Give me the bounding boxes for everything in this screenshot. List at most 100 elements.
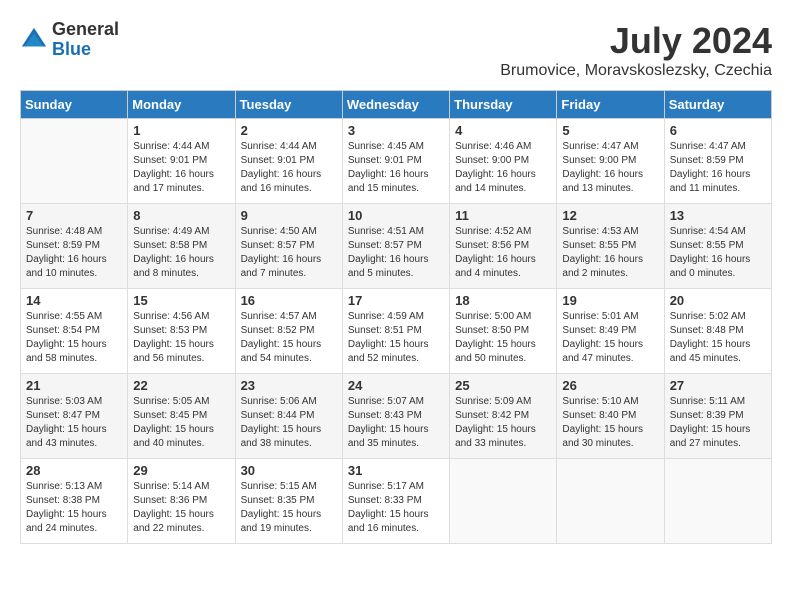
day-number: 24	[348, 378, 444, 393]
day-info: Sunrise: 5:02 AMSunset: 8:48 PMDaylight:…	[670, 310, 766, 366]
day-info: Sunrise: 4:52 AMSunset: 8:56 PMDaylight:…	[455, 225, 551, 281]
day-info: Sunrise: 4:49 AMSunset: 8:58 PMDaylight:…	[133, 225, 229, 281]
day-info: Sunrise: 4:48 AMSunset: 8:59 PMDaylight:…	[26, 225, 122, 281]
day-number: 29	[133, 463, 229, 478]
day-info: Sunrise: 4:59 AMSunset: 8:51 PMDaylight:…	[348, 310, 444, 366]
day-info: Sunrise: 4:55 AMSunset: 8:54 PMDaylight:…	[26, 310, 122, 366]
weekday-header-tuesday: Tuesday	[235, 91, 342, 119]
calendar-week-row: 14 Sunrise: 4:55 AMSunset: 8:54 PMDayligh…	[21, 289, 772, 374]
day-number: 4	[455, 123, 551, 138]
weekday-header-friday: Friday	[557, 91, 664, 119]
day-number: 20	[670, 293, 766, 308]
day-info: Sunrise: 5:13 AMSunset: 8:38 PMDaylight:…	[26, 480, 122, 536]
logo-general-text: General	[52, 20, 119, 40]
calendar-cell: 12Sunrise: 4:53 AMSunset: 8:55 PMDayligh…	[557, 204, 664, 289]
day-number: 3	[348, 123, 444, 138]
calendar-cell: 29 Sunrise: 5:14 AMSunset: 8:36 PMDayligh…	[128, 459, 235, 544]
calendar-week-row: 28 Sunrise: 5:13 AMSunset: 8:38 PMDayligh…	[21, 459, 772, 544]
day-number: 1	[133, 123, 229, 138]
calendar-cell: 10 Sunrise: 4:51 AMSunset: 8:57 PMDayligh…	[342, 204, 449, 289]
calendar-cell: 16Sunrise: 4:57 AMSunset: 8:52 PMDayligh…	[235, 289, 342, 374]
day-number: 7	[26, 208, 122, 223]
calendar-cell	[21, 119, 128, 204]
calendar-cell: 1 Sunrise: 4:44 AMSunset: 9:01 PMDaylight…	[128, 119, 235, 204]
page-header: General Blue July 2024 Brumovice, Moravs…	[20, 20, 772, 80]
logo: General Blue	[20, 20, 119, 60]
day-number: 19	[562, 293, 658, 308]
calendar-cell: 14 Sunrise: 4:55 AMSunset: 8:54 PMDayligh…	[21, 289, 128, 374]
day-number: 6	[670, 123, 766, 138]
month-year-title: July 2024	[500, 20, 772, 62]
weekday-header-monday: Monday	[128, 91, 235, 119]
weekday-header-thursday: Thursday	[450, 91, 557, 119]
day-number: 17	[348, 293, 444, 308]
day-info: Sunrise: 4:51 AMSunset: 8:57 PMDaylight:…	[348, 225, 444, 281]
day-number: 27	[670, 378, 766, 393]
calendar-cell: 22 Sunrise: 5:05 AMSunset: 8:45 PMDayligh…	[128, 374, 235, 459]
logo-blue-text: Blue	[52, 40, 119, 60]
calendar-cell: 17 Sunrise: 4:59 AMSunset: 8:51 PMDayligh…	[342, 289, 449, 374]
day-number: 22	[133, 378, 229, 393]
day-info: Sunrise: 4:54 AMSunset: 8:55 PMDaylight:…	[670, 225, 766, 281]
calendar-cell: 5Sunrise: 4:47 AMSunset: 9:00 PMDaylight…	[557, 119, 664, 204]
calendar-table: SundayMondayTuesdayWednesdayThursdayFrid…	[20, 90, 772, 544]
day-number: 23	[241, 378, 337, 393]
day-number: 2	[241, 123, 337, 138]
title-section: July 2024 Brumovice, Moravskoslezsky, Cz…	[500, 20, 772, 80]
day-info: Sunrise: 5:07 AMSunset: 8:43 PMDaylight:…	[348, 395, 444, 451]
calendar-cell: 28 Sunrise: 5:13 AMSunset: 8:38 PMDayligh…	[21, 459, 128, 544]
calendar-cell: 19 Sunrise: 5:01 AMSunset: 8:49 PMDayligh…	[557, 289, 664, 374]
day-info: Sunrise: 4:56 AMSunset: 8:53 PMDaylight:…	[133, 310, 229, 366]
day-number: 28	[26, 463, 122, 478]
weekday-header-wednesday: Wednesday	[342, 91, 449, 119]
day-info: Sunrise: 4:50 AMSunset: 8:57 PMDaylight:…	[241, 225, 337, 281]
day-number: 26	[562, 378, 658, 393]
calendar-week-row: 7 Sunrise: 4:48 AMSunset: 8:59 PMDaylight…	[21, 204, 772, 289]
day-number: 14	[26, 293, 122, 308]
day-info: Sunrise: 5:05 AMSunset: 8:45 PMDaylight:…	[133, 395, 229, 451]
day-info: Sunrise: 4:44 AMSunset: 9:01 PMDaylight:…	[133, 140, 229, 196]
location-subtitle: Brumovice, Moravskoslezsky, Czechia	[500, 62, 772, 80]
calendar-cell: 20 Sunrise: 5:02 AMSunset: 8:48 PMDayligh…	[664, 289, 771, 374]
calendar-cell: 13 Sunrise: 4:54 AMSunset: 8:55 PMDayligh…	[664, 204, 771, 289]
day-info: Sunrise: 5:14 AMSunset: 8:36 PMDaylight:…	[133, 480, 229, 536]
calendar-cell: 25 Sunrise: 5:09 AMSunset: 8:42 PMDayligh…	[450, 374, 557, 459]
day-number: 18	[455, 293, 551, 308]
day-info: Sunrise: 5:06 AMSunset: 8:44 PMDaylight:…	[241, 395, 337, 451]
calendar-cell: 4 Sunrise: 4:46 AMSunset: 9:00 PMDaylight…	[450, 119, 557, 204]
calendar-cell: 7 Sunrise: 4:48 AMSunset: 8:59 PMDaylight…	[21, 204, 128, 289]
day-info: Sunrise: 5:03 AMSunset: 8:47 PMDaylight:…	[26, 395, 122, 451]
calendar-cell: 21 Sunrise: 5:03 AMSunset: 8:47 PMDayligh…	[21, 374, 128, 459]
calendar-cell: 26Sunrise: 5:10 AMSunset: 8:40 PMDayligh…	[557, 374, 664, 459]
calendar-cell: 2 Sunrise: 4:44 AMSunset: 9:01 PMDaylight…	[235, 119, 342, 204]
calendar-cell: 11 Sunrise: 4:52 AMSunset: 8:56 PMDayligh…	[450, 204, 557, 289]
day-info: Sunrise: 5:01 AMSunset: 8:49 PMDaylight:…	[562, 310, 658, 366]
calendar-cell: 24 Sunrise: 5:07 AMSunset: 8:43 PMDayligh…	[342, 374, 449, 459]
day-info: Sunrise: 5:11 AMSunset: 8:39 PMDaylight:…	[670, 395, 766, 451]
day-number: 15	[133, 293, 229, 308]
calendar-cell: 15 Sunrise: 4:56 AMSunset: 8:53 PMDayligh…	[128, 289, 235, 374]
day-number: 21	[26, 378, 122, 393]
calendar-cell: 18Sunrise: 5:00 AMSunset: 8:50 PMDayligh…	[450, 289, 557, 374]
calendar-cell: 31Sunrise: 5:17 AMSunset: 8:33 PMDayligh…	[342, 459, 449, 544]
day-number: 9	[241, 208, 337, 223]
day-info: Sunrise: 5:15 AMSunset: 8:35 PMDaylight:…	[241, 480, 337, 536]
day-info: Sunrise: 4:46 AMSunset: 9:00 PMDaylight:…	[455, 140, 551, 196]
logo-text: General Blue	[52, 20, 119, 60]
day-info: Sunrise: 5:09 AMSunset: 8:42 PMDaylight:…	[455, 395, 551, 451]
weekday-header-sunday: Sunday	[21, 91, 128, 119]
day-number: 30	[241, 463, 337, 478]
day-number: 25	[455, 378, 551, 393]
weekday-header-saturday: Saturday	[664, 91, 771, 119]
day-number: 11	[455, 208, 551, 223]
calendar-cell: 27 Sunrise: 5:11 AMSunset: 8:39 PMDayligh…	[664, 374, 771, 459]
calendar-cell: 6Sunrise: 4:47 AMSunset: 8:59 PMDaylight…	[664, 119, 771, 204]
day-number: 5	[562, 123, 658, 138]
weekday-header-row: SundayMondayTuesdayWednesdayThursdayFrid…	[21, 91, 772, 119]
day-info: Sunrise: 4:44 AMSunset: 9:01 PMDaylight:…	[241, 140, 337, 196]
day-info: Sunrise: 4:57 AMSunset: 8:52 PMDaylight:…	[241, 310, 337, 366]
day-number: 10	[348, 208, 444, 223]
logo-icon	[20, 26, 48, 54]
day-number: 8	[133, 208, 229, 223]
day-number: 13	[670, 208, 766, 223]
